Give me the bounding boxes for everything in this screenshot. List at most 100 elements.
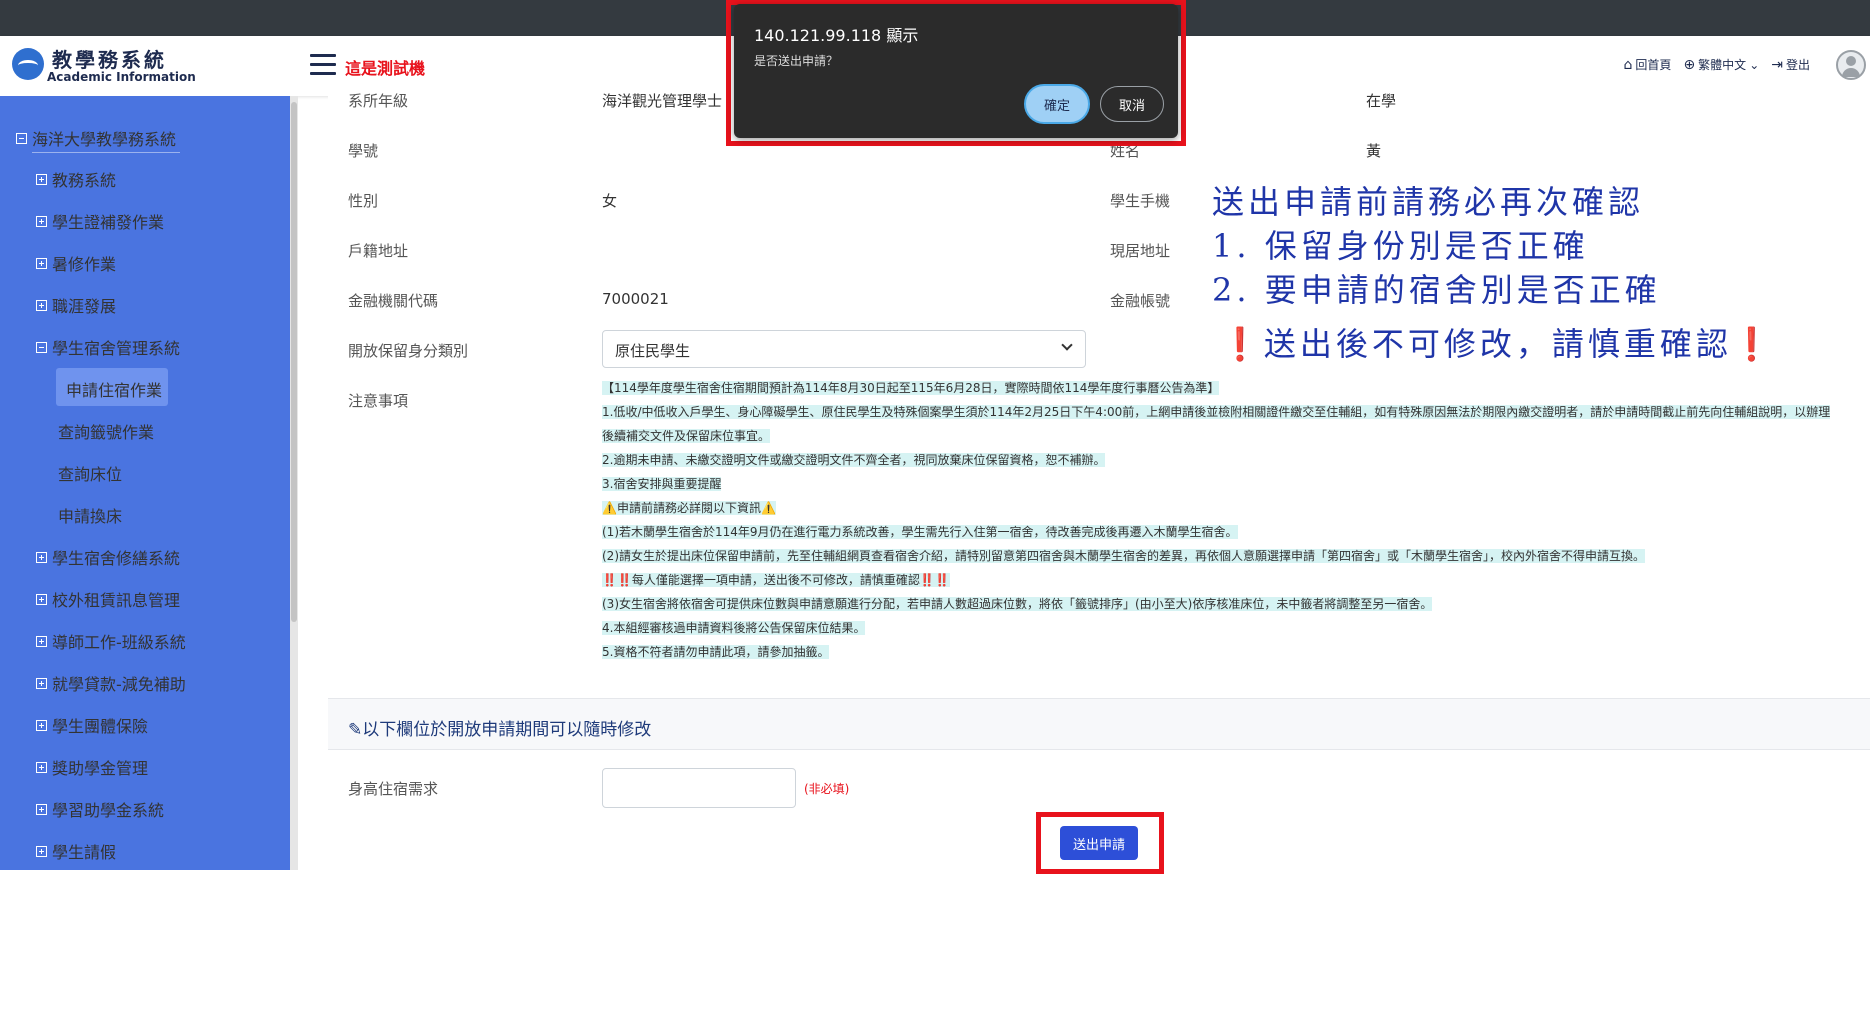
sidebar-item[interactable]: 獎助學金管理 xyxy=(36,755,148,779)
home-link-label: 回首頁 xyxy=(1635,58,1672,72)
chevron-down-icon: ⌄ xyxy=(1749,57,1760,72)
menu-toggle-icon[interactable] xyxy=(310,54,336,76)
sidebar-item-label: 學生宿舍修繕系統 xyxy=(52,549,181,568)
language-label: 繁體中文 xyxy=(1698,58,1747,72)
gender-value: 女 xyxy=(602,192,618,210)
logout-link[interactable]: ⇥ 登出 xyxy=(1771,56,1810,73)
sidebar-item-label: 查詢床位 xyxy=(58,465,123,484)
sidebar-item-label: 教務系統 xyxy=(52,171,117,190)
sidebar-item-label: 學生證補發作業 xyxy=(52,213,165,232)
sidebar-item[interactable]: 查詢籤號作業 xyxy=(58,419,154,443)
sidebar-item-label: 導師工作-班級系統 xyxy=(52,633,186,652)
annotation-warning: ❗送出後不可修改，請慎重確認❗ xyxy=(1220,325,1776,363)
home-link[interactable]: ⌂ 回首頁 xyxy=(1624,56,1672,73)
note-item: 3.宿舍安排與重要提醒 xyxy=(602,477,722,491)
sidebar-item[interactable]: 學生請假 xyxy=(36,839,116,863)
dept-value: 海洋觀光管理學士 xyxy=(602,92,723,110)
collapse-icon xyxy=(36,341,47,353)
logo-title: 教學務系統 xyxy=(52,48,167,72)
sidebar-item-label: 學生團體保險 xyxy=(52,717,149,736)
test-server-label: 這是測試機 xyxy=(345,59,426,78)
sidebar-item-apply-dorm[interactable]: 申請住宿作業 xyxy=(66,377,162,401)
sidebar-item[interactable]: 校外租賃訊息管理 xyxy=(36,587,180,611)
annotation-line: 2. 要申請的宿舍別是否正確 xyxy=(1212,271,1661,309)
sidebar-item-label: 就學貸款-減免補助 xyxy=(52,675,186,694)
confirm-dialog: 140.121.99.118 顯示 是否送出申請？ 確定 取消 xyxy=(734,4,1178,138)
sidebar-root[interactable]: 海洋大學教學務系統 xyxy=(16,126,176,150)
logo-subtitle: Academic Information xyxy=(47,70,196,84)
expand-icon xyxy=(36,803,47,815)
cancel-button[interactable]: 取消 xyxy=(1100,86,1164,122)
note-item: (1)若木蘭學生宿舍於114年9月仍在進行電力系統改善，學生需先行入住第一宿舍，… xyxy=(602,525,1238,539)
sidebar-item[interactable]: 教務系統 xyxy=(36,167,116,191)
sidebar-item[interactable]: 暑修作業 xyxy=(36,251,116,275)
ok-button[interactable]: 確定 xyxy=(1024,84,1090,124)
confirm-annotation: 送出申請前請務必再次確認 1. 保留身份別是否正確 2. 要申請的宿舍別是否正確… xyxy=(1212,180,1776,366)
height-label: 身高住宿需求 xyxy=(348,780,439,798)
sidebar-item[interactable]: 申請換床 xyxy=(58,503,122,527)
sidebar-item-label: 暑修作業 xyxy=(52,255,117,274)
sidebar-item-label: 查詢籤號作業 xyxy=(58,423,155,442)
sidebar-scrollbar[interactable] xyxy=(290,96,298,870)
sidebar-item[interactable]: 學生團體保險 xyxy=(36,713,148,737)
sidebar-item-label: 獎助學金管理 xyxy=(52,759,149,778)
collapse-icon xyxy=(16,132,27,144)
height-input[interactable] xyxy=(602,768,796,808)
expand-icon xyxy=(36,299,47,311)
logo-icon xyxy=(12,48,44,80)
sidebar-item-label: 申請住宿作業 xyxy=(66,381,163,400)
sidebar-item[interactable]: 就學貸款-減免補助 xyxy=(36,671,186,695)
expand-icon xyxy=(36,551,47,563)
note-item: (3)女生宿舍將依宿舍可提供床位數與申請意願進行分配，若申請人數超過床位數，將依… xyxy=(602,597,1433,611)
pencil-icon: ✎ xyxy=(348,720,363,740)
reserve-type-select[interactable]: 原住民學生 xyxy=(602,330,1086,368)
sidebar: 海洋大學教學務系統 教務系統 學生證補發作業 暑修作業 職涯發展 學生宿舍管理系… xyxy=(0,96,290,870)
expand-icon xyxy=(36,173,47,185)
avatar[interactable] xyxy=(1836,50,1866,80)
top-links: ⌂ 回首頁 ⊕ 繁體中文 ⌄ ⇥ 登出 xyxy=(1624,56,1810,73)
logout-label: 登出 xyxy=(1785,58,1810,72)
registered-address-label: 戶籍地址 xyxy=(348,242,409,260)
sidebar-item-label: 學生宿舍管理系統 xyxy=(52,339,181,358)
expand-icon xyxy=(36,719,47,731)
sidebar-item[interactable]: 職涯發展 xyxy=(36,293,116,317)
home-icon: ⌂ xyxy=(1623,56,1633,73)
sidebar-item-dorm-management[interactable]: 學生宿舍管理系統 xyxy=(36,335,180,359)
gender-label: 性別 xyxy=(348,192,379,210)
submit-button[interactable]: 送出申請 xyxy=(1060,826,1138,860)
scrollbar-thumb[interactable] xyxy=(291,102,297,622)
note-item: ‼️‼️每人僅能選擇一項申請，送出後不可修改，請慎重確認‼️‼️ xyxy=(602,573,950,587)
section-title-text: 以下欄位於開放申請期間可以隨時修改 xyxy=(362,720,652,740)
expand-icon xyxy=(36,845,47,857)
logout-icon: ⇥ xyxy=(1771,56,1783,73)
sidebar-item[interactable]: 學生宿舍修繕系統 xyxy=(36,545,180,569)
sidebar-item-label: 學習助學金系統 xyxy=(52,801,165,820)
bank-code-label: 金融機關代碼 xyxy=(348,292,439,310)
sidebar-item[interactable]: 學習助學金系統 xyxy=(36,797,164,821)
optional-hint: (非必填) xyxy=(804,782,850,796)
reserve-type-label: 開放保留身分類別 xyxy=(348,342,469,360)
bank-code-value: 7000021 xyxy=(602,290,669,308)
section-title: ✎以下欄位於開放申請期間可以隨時修改 xyxy=(348,715,651,740)
language-select[interactable]: ⊕ 繁體中文 ⌄ xyxy=(1683,56,1759,73)
note-item: 5.資格不符者請勿申請此項，請參加抽籤。 xyxy=(602,645,830,659)
chevron-down-icon xyxy=(1061,339,1073,351)
note-item: 【114學年度學生宿舍住宿期間預計為114年8月30日起至115年6月28日，實… xyxy=(602,381,1220,395)
expand-icon xyxy=(36,257,47,269)
dept-label: 系所年級 xyxy=(348,92,409,110)
expand-icon xyxy=(36,677,47,689)
expand-icon xyxy=(36,635,47,647)
expand-icon xyxy=(36,215,47,227)
dialog-message: 是否送出申請？ xyxy=(754,54,839,68)
sidebar-item[interactable]: 導師工作-班級系統 xyxy=(36,629,186,653)
note-item: 2.逾期未申請、未繳交證明文件或繳交證明文件不齊全者，視同放棄床位保留資格，恕不… xyxy=(602,453,1106,467)
sidebar-item[interactable]: 查詢床位 xyxy=(58,461,122,485)
annotation-line: 1. 保留身份別是否正確 xyxy=(1212,227,1589,265)
note-item: 4.本組經審核過申請資料後將公告保留床位結果。 xyxy=(602,621,866,635)
reserve-type-value: 原住民學生 xyxy=(615,342,691,360)
mobile-label: 學生手機 xyxy=(1110,192,1171,210)
status-value: 在學 xyxy=(1366,92,1397,110)
sidebar-item[interactable]: 學生證補發作業 xyxy=(36,209,164,233)
current-address-label: 現居地址 xyxy=(1110,242,1171,260)
note-item: (2)請女生於提出床位保留申請前，先至住輔組網頁查看宿舍介紹，請特別留意第四宿舍… xyxy=(602,549,1646,563)
